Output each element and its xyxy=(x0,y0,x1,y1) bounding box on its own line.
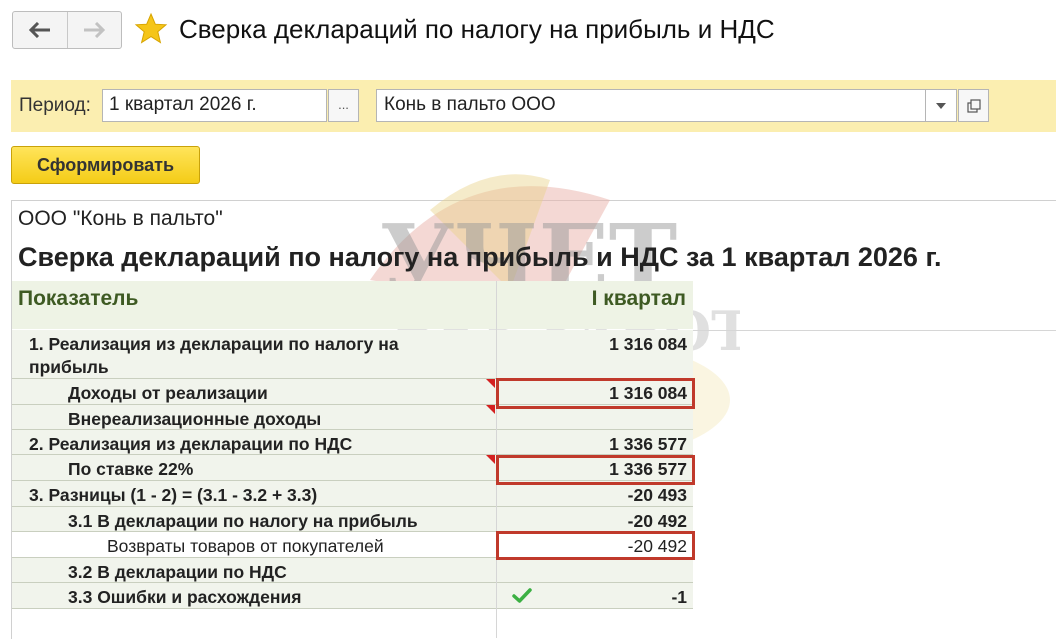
organization-field[interactable]: Конь в пальто ООО xyxy=(376,89,926,122)
highlight-frame xyxy=(496,531,695,560)
report-title: Сверка деклараций по налогу на прибыль и… xyxy=(18,242,942,272)
star-icon[interactable] xyxy=(134,12,168,46)
row-label: Доходы от реализации xyxy=(68,383,268,403)
row-label: 3. Разницы (1 - 2) = (3.1 - 3.2 + 3.3) xyxy=(29,485,318,505)
highlight-frame xyxy=(496,455,695,485)
row-label: 3.2 В декларации по НДС xyxy=(68,562,287,582)
row-value: -20 493 xyxy=(627,485,687,505)
row-value: -1 xyxy=(671,587,687,607)
navigation-buttons xyxy=(12,11,122,49)
forward-button[interactable] xyxy=(66,12,122,48)
report-organization: ООО "Конь в пальто" xyxy=(18,207,223,230)
arrow-right-icon xyxy=(84,22,106,38)
table-row[interactable]: 3.2 В декларации по НДС xyxy=(12,558,693,583)
generate-button[interactable]: Сформировать xyxy=(11,146,200,184)
period-field[interactable]: 1 квартал 2026 г. xyxy=(102,89,327,122)
chevron-down-icon xyxy=(936,102,946,109)
row-label: Внереализационные доходы xyxy=(68,409,322,429)
table-row[interactable]: 3.3 Ошибки и расхождения -1 xyxy=(12,583,693,609)
highlight-frame xyxy=(496,378,695,409)
table-row[interactable]: 1. Реализация из декларации по налогу на… xyxy=(12,330,693,379)
page-title: Сверка деклараций по налогу на прибыль и… xyxy=(179,14,775,44)
open-window-icon xyxy=(966,98,981,113)
row-label: Возвраты товаров от покупателей xyxy=(107,536,384,556)
row-label: 1. Реализация из декларации по налогу на… xyxy=(29,334,399,377)
row-label: 2. Реализация из декларации по НДС xyxy=(29,434,353,454)
table-row[interactable]: 3.1 В декларации по налогу на прибыль -2… xyxy=(12,507,693,532)
row-label: По ставке 22% xyxy=(68,459,194,479)
row-value: 1 316 084 xyxy=(609,334,687,354)
row-value: 1 336 577 xyxy=(609,434,687,454)
row-label: 3.3 Ошибки и расхождения xyxy=(68,587,302,607)
column-header-quarter: I квартал xyxy=(591,287,686,310)
row-value: -20 492 xyxy=(627,511,687,531)
comment-marker xyxy=(486,379,495,388)
checkmark-icon xyxy=(512,588,532,603)
table-row[interactable]: 2. Реализация из декларации по НДС 1 336… xyxy=(12,430,693,455)
row-label: 3.1 В декларации по налогу на прибыль xyxy=(68,511,418,531)
period-label: Период: xyxy=(19,95,91,116)
comment-marker xyxy=(486,405,495,414)
column-header-indicator: Показатель xyxy=(18,287,139,310)
organization-open-button[interactable] xyxy=(958,89,989,122)
back-button[interactable] xyxy=(13,12,67,48)
period-choose-button[interactable]: ... xyxy=(328,89,359,122)
divider xyxy=(693,330,1056,331)
comment-marker xyxy=(486,455,495,464)
arrow-left-icon xyxy=(28,22,50,38)
organization-dropdown-button[interactable] xyxy=(926,89,957,122)
